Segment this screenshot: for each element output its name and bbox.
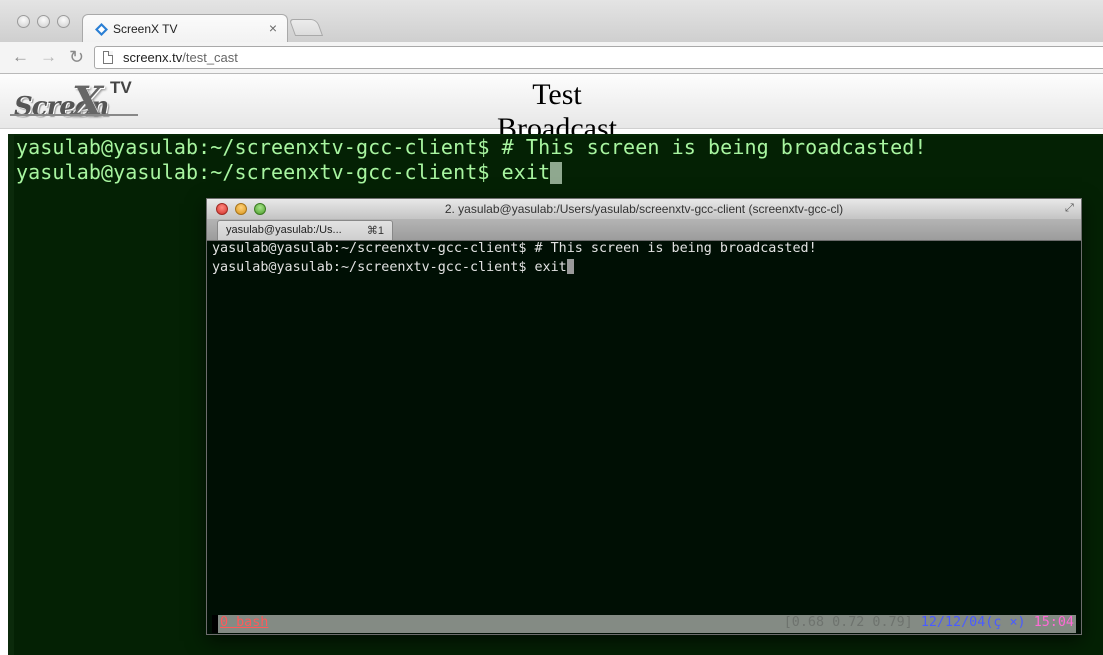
page-icon [103, 51, 113, 64]
terminal-cursor [550, 162, 563, 184]
terminal-body[interactable]: yasulab@yasulab:~/screenxtv-gcc-client$ … [207, 241, 1081, 634]
window-zoom-button[interactable] [57, 15, 70, 28]
status-time: 15:04 [1033, 615, 1074, 630]
terminal-cursor [566, 259, 574, 274]
terminal-line: yasulab@yasulab:~/screenxtv-gcc-client$ … [212, 259, 574, 275]
terminal-tab-1[interactable]: yasulab@yasulab:/Us... ⌘1 [217, 220, 393, 240]
status-window-name[interactable]: 0 bash [218, 615, 268, 630]
broadcast-line: yasulab@yasulab:~/screenxtv-gcc-client$ … [16, 160, 563, 184]
screenx-favicon-icon [95, 23, 108, 36]
terminal-title: 2. yasulab@yasulab:/Users/yasulab/screen… [444, 202, 844, 216]
reload-icon[interactable]: ↻ [69, 47, 84, 67]
browser-tab-screenx[interactable]: ScreenX TV × [82, 14, 288, 43]
browser-window: ScreenX TV × ← → ↻ screenx.tv/test_cast … [0, 0, 1103, 655]
back-arrow-icon[interactable]: ← [12, 47, 29, 67]
status-load: [0.68 0.72 0.79] [783, 615, 913, 630]
terminal-window: 2. yasulab@yasulab:/Users/yasulab/screen… [206, 198, 1082, 635]
address-bar[interactable]: screenx.tv/test_cast [94, 46, 1103, 69]
tab-title: ScreenX TV [113, 22, 178, 36]
site-header: Screen X TV Test Broadcast [0, 74, 1103, 145]
tab-shortcut: ⌘1 [366, 225, 384, 237]
forward-arrow-icon[interactable]: → [40, 47, 57, 67]
terminal-title-bar[interactable]: 2. yasulab@yasulab:/Users/yasulab/screen… [207, 199, 1081, 219]
browser-toolbar: ← → ↻ screenx.tv/test_cast [0, 42, 1103, 74]
broadcast-line: yasulab@yasulab:~/screenxtv-gcc-client$ … [16, 135, 927, 159]
terminal-line: yasulab@yasulab:~/screenxtv-gcc-client$ … [212, 241, 817, 256]
new-tab-button[interactable] [288, 19, 324, 36]
tmux-status-bar: 0 bash [0.68 0.72 0.79] 12/12/04(ç ×) 15… [212, 615, 1076, 633]
fullscreen-icon[interactable]: ⤢ [1065, 202, 1077, 214]
tab-close-icon[interactable]: × [269, 20, 277, 36]
window-close-button[interactable] [17, 15, 30, 28]
url-text: screenx.tv/test_cast [123, 50, 238, 65]
terminal-tab-bar: yasulab@yasulab:/Us... ⌘1 [207, 219, 1081, 241]
status-date: 12/12/04(ç ×) [920, 615, 1026, 630]
window-minimize-button[interactable] [37, 15, 50, 28]
tab-strip: ScreenX TV × [0, 0, 1103, 43]
